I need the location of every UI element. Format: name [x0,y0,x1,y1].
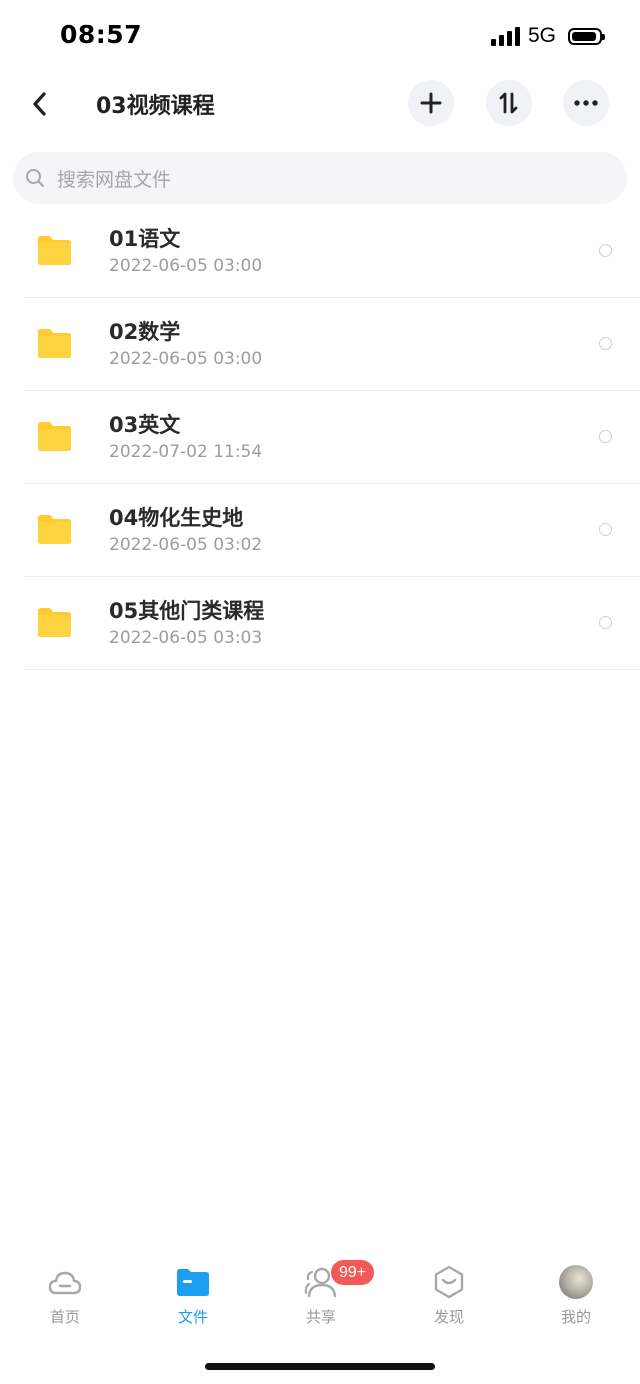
sort-icon [499,92,518,114]
avatar [556,1262,596,1302]
folder-date: 2022-06-05 03:03 [109,628,263,648]
search-icon [26,169,44,187]
plus-icon [420,92,442,114]
home-indicator [205,1363,435,1370]
folder-name: 03英文 [109,413,181,437]
signal-icon [490,26,520,46]
tab-me[interactable]: 我的 [512,1252,640,1332]
discover-icon [429,1262,469,1302]
battery-icon [568,27,605,45]
cloud-icon [45,1262,85,1302]
folder-row-chinese[interactable]: 01语文 2022-06-05 03:00 [24,205,640,298]
add-button[interactable] [408,80,454,126]
more-icon [574,100,598,106]
folder-date: 2022-06-05 03:00 [109,349,263,369]
network-type: 5G [527,24,556,47]
status-indicators: 5G [490,24,605,48]
folder-date: 2022-06-05 03:02 [109,535,263,555]
header: 03视频课程 [0,76,640,132]
select-checkbox[interactable] [599,430,612,443]
folder-date: 2022-06-05 03:00 [109,256,263,276]
folder-icon [38,329,71,358]
select-checkbox[interactable] [599,244,612,257]
folder-name: 02数学 [109,320,181,344]
folder-date: 2022-07-02 11:54 [109,442,263,462]
folder-name: 05其他门类课程 [109,599,265,623]
folder-row-english[interactable]: 03英文 2022-07-02 11:54 [24,391,640,484]
folder-row-science[interactable]: 04物化生史地 2022-06-05 03:02 [24,484,640,577]
select-checkbox[interactable] [599,337,612,350]
file-list: 01语文 2022-06-05 03:00 02数学 2022-06-05 03… [0,205,640,670]
tab-label: 发现 [433,1308,464,1326]
select-checkbox[interactable] [599,616,612,629]
tab-label: 文件 [177,1308,208,1326]
status-time: 08:57 [60,20,143,49]
tab-bar: 首页 文件 共享 99+ 发现 我的 [0,1252,640,1342]
select-checkbox[interactable] [599,523,612,536]
folder-name: 04物化生史地 [109,506,244,530]
back-button[interactable] [20,82,60,126]
sort-button[interactable] [486,80,532,126]
chevron-left-icon [33,92,46,116]
folder-name: 01语文 [109,227,181,251]
status-bar: 08:57 5G [0,0,640,72]
folder-icon [38,608,71,637]
page-title: 03视频课程 [96,94,215,119]
tab-home[interactable]: 首页 [1,1252,129,1332]
search-bar[interactable]: 搜索网盘文件 [13,152,627,204]
folder-icon [38,236,71,265]
tab-label: 首页 [49,1308,80,1326]
folder-icon [173,1262,213,1302]
search-placeholder: 搜索网盘文件 [57,168,172,191]
more-button[interactable] [563,80,609,126]
tab-label: 我的 [560,1308,591,1326]
folder-row-other[interactable]: 05其他门类课程 2022-06-05 03:03 [24,577,640,670]
folder-icon [38,515,71,544]
notification-badge: 99+ [331,1260,375,1285]
tab-label: 共享 [305,1308,336,1326]
tab-files[interactable]: 文件 [129,1252,257,1332]
folder-row-math[interactable]: 02数学 2022-06-05 03:00 [24,298,640,391]
tab-discover[interactable]: 发现 [385,1252,513,1332]
folder-icon [38,422,71,451]
